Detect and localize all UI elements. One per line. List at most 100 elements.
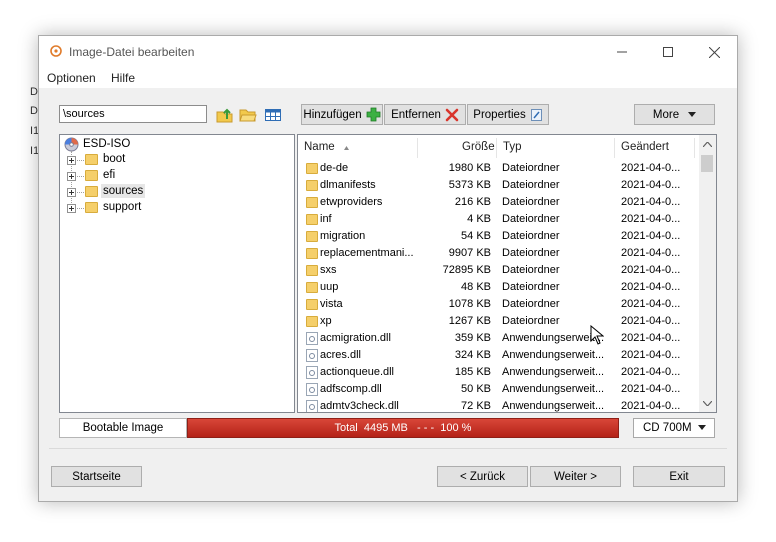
menu-optionen[interactable]: Optionen	[47, 71, 96, 85]
table-row[interactable]: sxs 72895 KB Dateiordner 2021-04-0...	[298, 262, 698, 279]
table-row[interactable]: dlmanifests 5373 KB Dateiordner 2021-04-0..…	[298, 177, 698, 194]
properties-icon	[530, 108, 542, 121]
column-name[interactable]: Name	[304, 135, 335, 160]
file-modified: 2021-04-0...	[621, 315, 681, 327]
file-name: migration	[320, 230, 366, 242]
folder-icon	[306, 197, 318, 208]
vertical-scrollbar[interactable]	[699, 135, 716, 412]
tree-root[interactable]: ESD-ISO	[64, 136, 130, 152]
close-button[interactable]	[691, 36, 737, 68]
file-name: dlmanifests	[320, 179, 376, 191]
file-type: Anwendungserweit...	[502, 349, 605, 361]
bootable-image-button[interactable]: Bootable Image	[59, 418, 187, 438]
table-row[interactable]: replacementmani... 9907 KB Dateiordner 2021…	[298, 245, 698, 262]
upload-folder-icon[interactable]	[216, 106, 234, 124]
file-type: Dateiordner	[502, 196, 560, 208]
file-type: Dateiordner	[502, 298, 560, 310]
back-button[interactable]: < Zurück	[437, 466, 528, 487]
table-row[interactable]: vista 1078 KB Dateiordner 2021-04-0...	[298, 296, 698, 313]
file-size: 9907 KB	[448, 247, 491, 259]
expand-icon[interactable]	[67, 204, 76, 213]
folder-icon	[85, 170, 98, 181]
properties-button[interactable]: Properties	[467, 104, 549, 125]
folder-icon	[85, 202, 98, 213]
window-title: Image-Datei bearbeiten	[69, 45, 195, 59]
file-modified: 2021-04-0...	[621, 247, 681, 259]
expand-icon[interactable]	[67, 188, 76, 197]
column-type[interactable]: Typ	[503, 135, 522, 160]
tree-item-efi[interactable]: efi	[60, 168, 260, 184]
table-row[interactable]: xp 1267 KB Dateiordner 2021-04-0...	[298, 313, 698, 330]
file-name: uup	[320, 281, 339, 293]
expand-icon[interactable]	[67, 156, 76, 165]
scroll-up-icon[interactable]	[702, 139, 713, 150]
file-name: inf	[320, 213, 332, 225]
table-row[interactable]: de-de 1980 KB Dateiordner 2021-04-0...	[298, 160, 698, 177]
menu-bar: Optionen Hilfe	[39, 68, 737, 88]
file-size: 216 KB	[454, 196, 491, 208]
disc-icon	[64, 137, 79, 151]
folder-icon	[306, 163, 318, 174]
tree-item-sources[interactable]: sources	[60, 184, 260, 200]
edit-image-dialog: Image-Datei bearbeiten Optionen Hilfe \s…	[38, 35, 738, 502]
tree-item-support[interactable]: support	[60, 200, 260, 216]
dll-file-icon	[306, 400, 318, 412]
folder-icon	[306, 214, 318, 225]
add-button-label: Hinzufügen	[303, 108, 362, 121]
tree-item-label: sources	[101, 184, 146, 198]
remove-button-label: Entfernen	[391, 108, 441, 121]
file-size: 72895 KB	[442, 264, 491, 276]
folder-icon	[306, 231, 318, 242]
mouse-cursor-icon	[590, 325, 604, 345]
file-name: sxs	[320, 264, 337, 276]
view-grid-icon[interactable]	[264, 106, 282, 124]
folder-tree: ESD-ISO boot efi sources support	[59, 134, 295, 413]
table-row[interactable]: admtv3check.dll 72 KB Anwendungserweit... 2…	[298, 398, 698, 412]
media-size-select[interactable]: CD 700M	[633, 418, 715, 438]
add-button[interactable]: Hinzufügen	[301, 104, 383, 125]
file-type: Dateiordner	[502, 213, 560, 225]
table-row[interactable]: inf 4 KB Dateiordner 2021-04-0...	[298, 211, 698, 228]
table-row[interactable]: actionqueue.dll 185 KB Anwendungserweit...…	[298, 364, 698, 381]
table-row[interactable]: adfscomp.dll 50 KB Anwendungserweit... 2021…	[298, 381, 698, 398]
maximize-button[interactable]	[645, 36, 691, 68]
table-row[interactable]: acmigration.dll 359 KB Anwendungserweit...…	[298, 330, 698, 347]
scroll-down-icon[interactable]	[702, 398, 713, 409]
column-modified[interactable]: Geändert	[621, 135, 669, 160]
next-button[interactable]: Weiter >	[530, 466, 621, 487]
table-row[interactable]: uup 48 KB Dateiordner 2021-04-0...	[298, 279, 698, 296]
tree-item-boot[interactable]: boot	[60, 152, 260, 168]
capacity-text: Total 4495 MB - - - 100 %	[334, 422, 472, 434]
file-name: xp	[320, 315, 332, 327]
file-type: Anwendungserweit...	[502, 400, 605, 412]
menu-hilfe[interactable]: Hilfe	[111, 71, 135, 85]
column-size[interactable]: Größe	[462, 135, 495, 160]
home-button[interactable]: Startseite	[51, 466, 142, 487]
file-name: admtv3check.dll	[320, 400, 399, 412]
file-name: etwproviders	[320, 196, 383, 208]
current-path-field[interactable]: \sources	[59, 105, 207, 123]
file-modified: 2021-04-0...	[621, 213, 681, 225]
file-type: Dateiordner	[502, 247, 560, 259]
file-size: 50 KB	[461, 383, 491, 395]
file-size: 48 KB	[461, 281, 491, 293]
minimize-button[interactable]	[599, 36, 645, 68]
file-modified: 2021-04-0...	[621, 298, 681, 310]
title-bar: Image-Datei bearbeiten	[39, 36, 737, 68]
scrollbar-thumb[interactable]	[701, 155, 713, 172]
delete-x-icon	[445, 108, 459, 121]
table-row[interactable]: migration 54 KB Dateiordner 2021-04-0...	[298, 228, 698, 245]
table-row[interactable]: acres.dll 324 KB Anwendungserweit... 2021-0…	[298, 347, 698, 364]
open-folder-icon[interactable]	[239, 106, 257, 124]
tree-item-label: support	[103, 201, 142, 213]
file-modified: 2021-04-0...	[621, 264, 681, 276]
file-name: vista	[320, 298, 343, 310]
file-type: Dateiordner	[502, 264, 560, 276]
table-row[interactable]: etwproviders 216 KB Dateiordner 2021-04-0..…	[298, 194, 698, 211]
more-button[interactable]: More	[634, 104, 715, 125]
remove-button[interactable]: Entfernen	[384, 104, 466, 125]
file-name: acmigration.dll	[320, 332, 391, 344]
exit-button[interactable]: Exit	[633, 466, 725, 487]
expand-icon[interactable]	[67, 172, 76, 181]
file-type: Dateiordner	[502, 281, 560, 293]
